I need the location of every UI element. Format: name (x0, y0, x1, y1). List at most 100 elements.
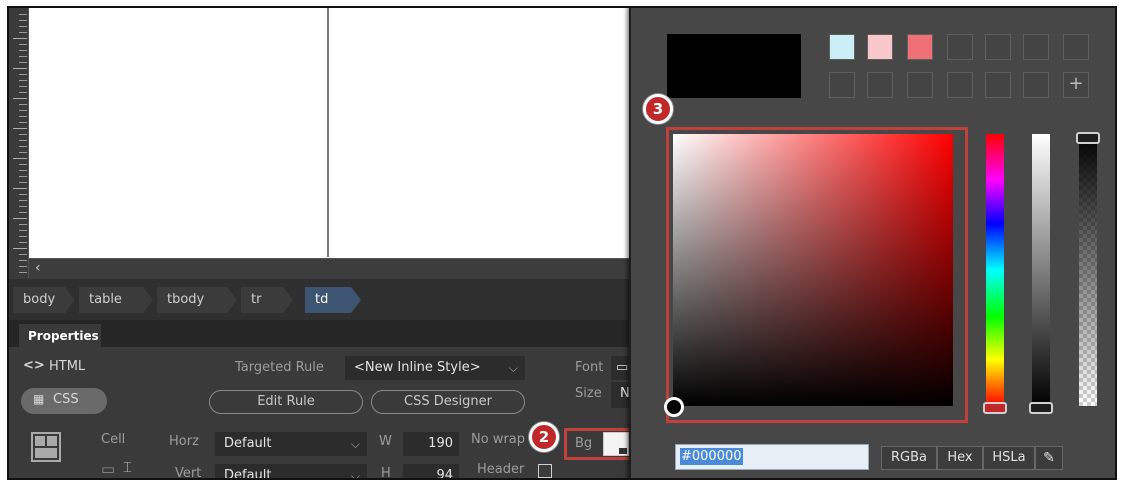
ruler-tick (13, 38, 27, 39)
ruler-tick (19, 266, 27, 267)
ruler-tick (19, 164, 27, 165)
targeted-rule-select[interactable]: <New Inline Style> ⌵ (345, 356, 525, 380)
font-label: Font (575, 360, 604, 375)
alpha-slider-handle[interactable] (1076, 132, 1100, 144)
bg-color-swatch-button[interactable] (603, 432, 629, 456)
hue-slider[interactable] (986, 134, 1004, 406)
empty-swatch[interactable] (867, 72, 893, 98)
ruler-tick (19, 62, 27, 63)
tag-crumb-label: tr (251, 292, 262, 307)
ruler-tick (19, 182, 27, 183)
horz-align-select[interactable]: Default ⌵ (215, 432, 367, 456)
saved-swatch-2[interactable] (867, 34, 893, 60)
empty-swatch[interactable] (947, 34, 973, 60)
ruler-tick (19, 122, 27, 123)
tag-crumb-label: body (23, 292, 56, 307)
color-handle[interactable] (664, 397, 684, 417)
ruler-tick (19, 194, 27, 195)
horz-align-value: Default (224, 436, 272, 451)
rgba-mode-button[interactable]: RGBa (881, 446, 937, 470)
design-view-canvas[interactable] (29, 8, 639, 258)
empty-swatch[interactable] (1023, 34, 1049, 60)
empty-swatch[interactable] (985, 72, 1011, 98)
scroll-left-arrow-icon[interactable]: ‹ (35, 260, 49, 276)
ruler-tick (19, 176, 27, 177)
html-mode-label: HTML (49, 359, 86, 374)
empty-swatch[interactable] (1063, 34, 1089, 60)
ruler-tick (19, 14, 27, 15)
split-cell-icon[interactable]: ⌶ (123, 458, 132, 476)
add-swatch-button[interactable]: + (1063, 72, 1089, 98)
ruler-tick (19, 32, 27, 33)
hex-value-selected: #000000 (680, 448, 743, 465)
tag-crumb-tbody[interactable]: tbody (157, 287, 237, 313)
empty-swatch[interactable] (947, 72, 973, 98)
ruler-tick (19, 116, 27, 117)
tag-crumb-body[interactable]: body (13, 287, 75, 313)
edit-rule-button[interactable]: Edit Rule (209, 390, 363, 414)
ruler-tick (19, 20, 27, 21)
merge-cells-icon[interactable]: ▭ (101, 460, 115, 478)
css-grid-icon: ▦ (33, 392, 45, 406)
ruler-tick (19, 200, 27, 201)
ruler-tick (19, 170, 27, 171)
ruler-tick (13, 68, 27, 69)
ruler-tick (19, 80, 27, 81)
ruler-tick (19, 146, 27, 147)
hue-slider-handle[interactable] (983, 402, 1007, 414)
ruler-tick (19, 134, 27, 135)
lightness-slider-handle[interactable] (1029, 402, 1053, 414)
ruler-tick (19, 140, 27, 141)
ruler-tick (19, 92, 27, 93)
empty-swatch[interactable] (985, 34, 1011, 60)
horz-label: Horz (169, 434, 199, 449)
lightness-slider[interactable] (1032, 134, 1050, 406)
targeted-rule-label: Targeted Rule (235, 360, 324, 375)
targeted-rule-value: <New Inline Style> (354, 360, 481, 375)
ruler-tick (19, 152, 27, 153)
ruler-tick (19, 230, 27, 231)
hex-mode-button[interactable]: Hex (937, 446, 983, 470)
ruler-tick (19, 212, 27, 213)
ruler-tick (13, 188, 27, 189)
tag-crumb-tr[interactable]: tr (241, 287, 293, 313)
vert-label: Vert (175, 466, 202, 480)
ruler-tick (19, 272, 27, 273)
html-mode-button[interactable]: <> HTML (21, 356, 111, 378)
vert-align-value: Default (224, 468, 272, 480)
color-hex-input[interactable]: #000000 (675, 444, 869, 470)
saturation-brightness-field[interactable] (673, 134, 953, 406)
vert-align-select[interactable]: Default ⌵ (215, 464, 367, 480)
ruler-tick (19, 242, 27, 243)
horizontal-scrollbar[interactable]: ‹ (29, 258, 639, 278)
eyedropper-icon[interactable]: ✎ (1035, 446, 1063, 470)
hsla-mode-button[interactable]: HSLa (983, 446, 1035, 470)
css-mode-button[interactable]: ▦ CSS (21, 388, 107, 414)
tag-crumb-td[interactable]: td (305, 287, 361, 313)
chevron-down-icon: ⌵ (350, 437, 360, 451)
ruler-tick (19, 50, 27, 51)
height-input[interactable]: 94 (403, 464, 459, 478)
cell-label: Cell (101, 432, 126, 447)
saved-swatch-1[interactable] (829, 34, 855, 60)
css-designer-button[interactable]: CSS Designer (371, 390, 525, 414)
alpha-slider[interactable] (1079, 134, 1097, 406)
width-input[interactable]: 190 (403, 432, 459, 456)
empty-swatch[interactable] (907, 72, 933, 98)
ruler-tick (19, 44, 27, 45)
current-color-preview (667, 34, 801, 98)
tag-crumb-table[interactable]: table (79, 287, 153, 313)
ruler-tick (19, 254, 27, 255)
empty-swatch[interactable] (829, 72, 855, 98)
empty-swatch[interactable] (1023, 72, 1049, 98)
header-checkbox[interactable] (538, 464, 552, 478)
saved-swatch-3[interactable] (907, 34, 933, 60)
chevron-down-icon: ⌵ (350, 469, 360, 480)
ruler-tick (13, 98, 27, 99)
step-badge-2: 2 (529, 422, 559, 452)
chevron-down-icon: ⌵ (508, 361, 518, 375)
dreamweaver-window: ‹ body table tbody tr td Properties <> H… (7, 6, 1117, 480)
monitor-icon: ▭ (616, 360, 629, 375)
ruler-tick (19, 56, 27, 57)
properties-tab[interactable]: Properties (19, 324, 101, 348)
